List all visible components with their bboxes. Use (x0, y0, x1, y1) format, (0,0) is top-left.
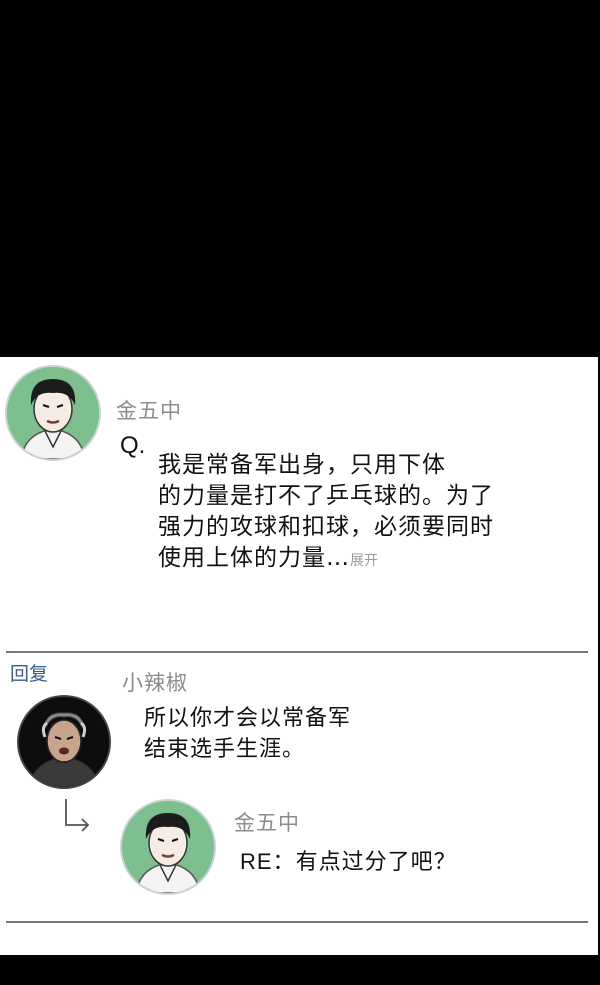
reply-line: 所以你才会以常备军 (144, 706, 352, 731)
comment-panel: 金五中 Q. 我是常备军出身，只用下体 的力量是打不了乒乓球的。为了 强力的攻球… (0, 357, 600, 955)
male-athlete-avatar-icon (7, 367, 99, 459)
divider (6, 921, 588, 923)
comment-line: 的力量是打不了乒乓球的。为了 (158, 483, 494, 509)
comment-line: 强力的攻球和扣球，必须要同时 (158, 514, 494, 540)
nested-reply-username[interactable]: 金五中 (234, 807, 300, 837)
commenter-username[interactable]: 金五中 (116, 395, 182, 425)
comment-line-last: 使用上体的力量…展开 (158, 543, 538, 577)
reply-arrow-icon (65, 799, 90, 832)
nested-reply-avatar[interactable] (120, 799, 216, 895)
reply-line: 结束选手生涯。 (144, 737, 306, 762)
expand-link[interactable]: 展开 (350, 553, 378, 569)
nested-reply-text: 有点过分了吧？ (295, 850, 457, 875)
comment-line-text: 使用上体的力量… (158, 545, 350, 571)
reply-label[interactable]: 回复 (10, 659, 48, 686)
reply-body: 所以你才会以常备军 结束选手生涯。 (144, 703, 351, 765)
reply-avatar[interactable] (17, 695, 111, 789)
male-athlete-avatar-icon (122, 801, 214, 893)
bottom-dark-strip (0, 955, 600, 985)
re-prefix: RE： (240, 849, 296, 874)
older-man-avatar-icon (19, 697, 109, 787)
commenter-avatar[interactable] (5, 365, 101, 461)
comment-line: 我是常备军出身，只用下体 (158, 452, 446, 478)
divider (6, 651, 588, 653)
nested-reply-body: RE：有点过分了吧？ (240, 844, 457, 876)
question-prefix: Q. (120, 432, 146, 459)
comment-body: 我是常备军出身，只用下体 的力量是打不了乒乓球的。为了 强力的攻球和扣球，必须要… (158, 450, 538, 577)
reply-username[interactable]: 小辣椒 (122, 667, 188, 697)
webtoon-dark-panel (0, 0, 600, 357)
